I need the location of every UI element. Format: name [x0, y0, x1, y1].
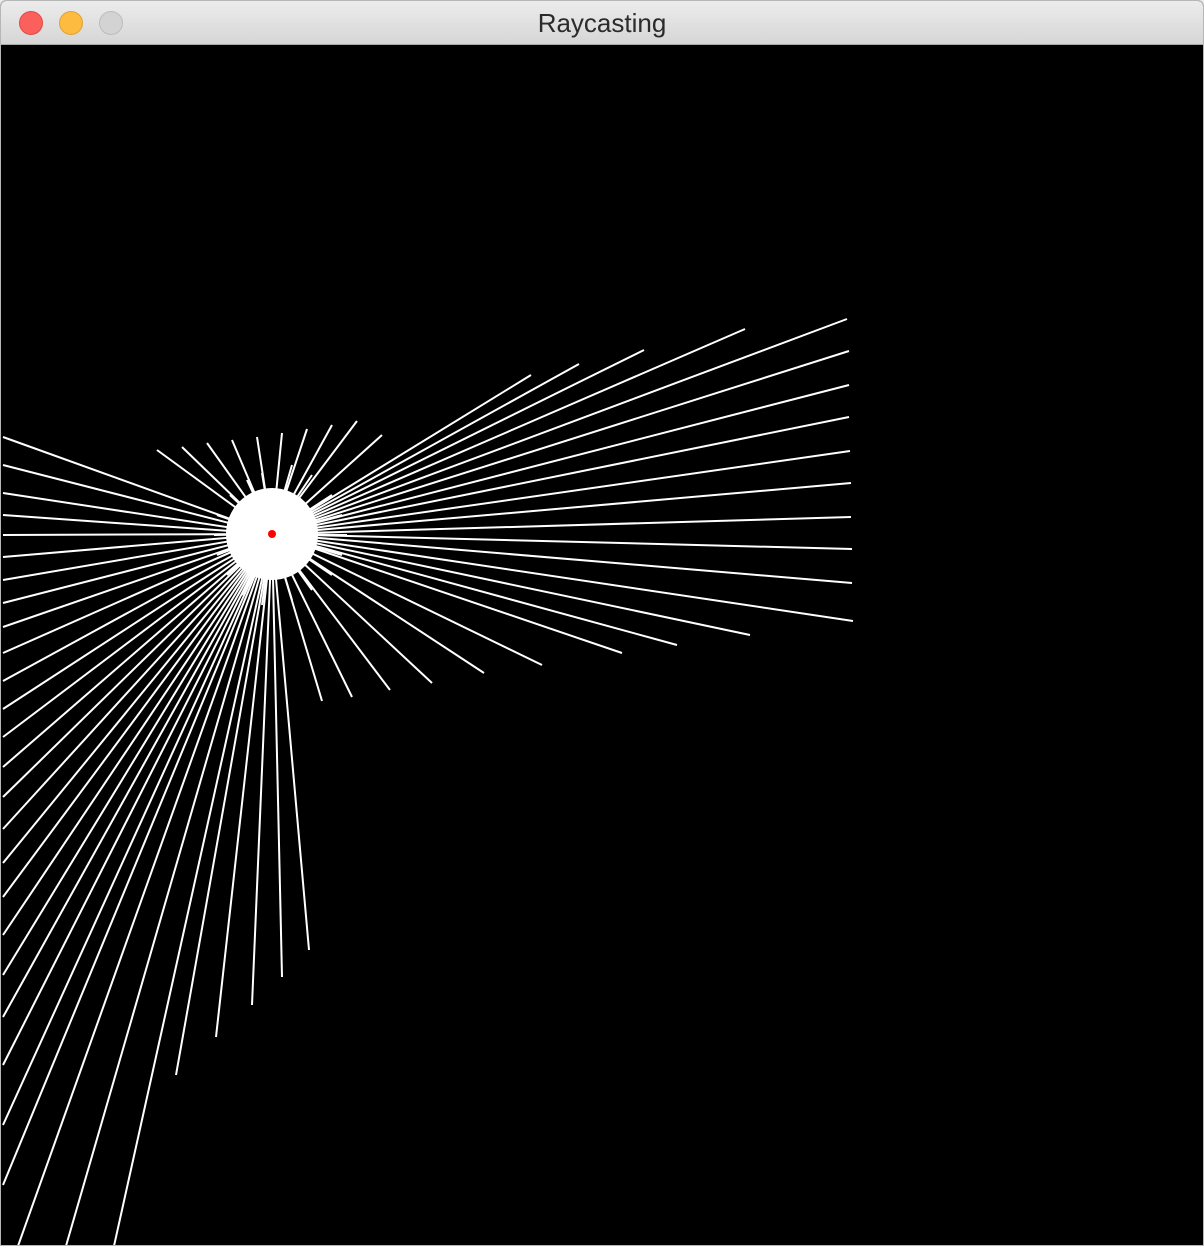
raycasting-canvas[interactable]	[2, 45, 1203, 1245]
ray-scene	[2, 45, 1203, 1245]
light-source-dot	[268, 530, 276, 538]
title-bar[interactable]: Raycasting	[1, 1, 1203, 45]
app-window: Raycasting	[0, 0, 1204, 1246]
window-title: Raycasting	[537, 8, 667, 38]
